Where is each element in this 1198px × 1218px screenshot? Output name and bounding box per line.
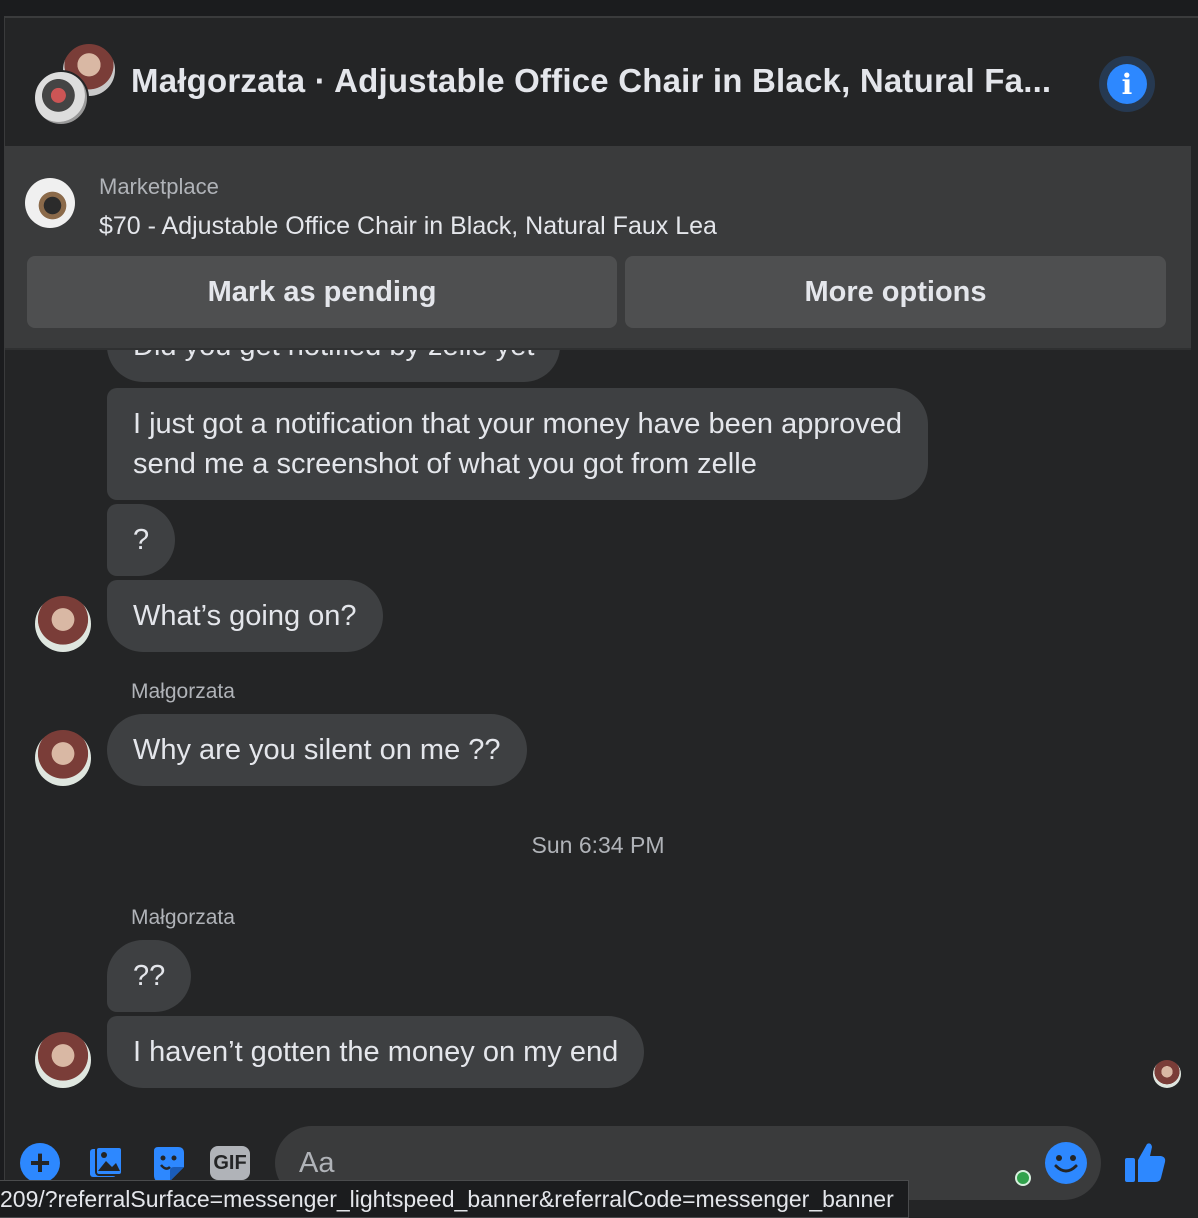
timestamp: Sun 6:34 PM	[531, 832, 665, 858]
more-options-button[interactable]: More options	[625, 256, 1166, 328]
message-bubble[interactable]: Did you get notified by zelle yet	[107, 350, 561, 382]
message-bubble[interactable]: What’s going on?	[107, 580, 383, 652]
group-avatar[interactable]	[33, 42, 117, 126]
chat-header: Małgorzata · Adjustable Office Chair in …	[5, 18, 1198, 146]
message-bubble[interactable]: ?	[107, 504, 176, 576]
status-bar-url: 209/?referralSurface=messenger_lightspee…	[0, 1180, 909, 1218]
marketplace-label: Marketplace	[99, 174, 219, 199]
sender-name: Małgorzata	[131, 906, 235, 929]
chat-window: Małgorzata · Adjustable Office Chair in …	[4, 16, 1198, 1218]
message-thread[interactable]: Did you get notified by zelle yet I just…	[5, 350, 1191, 1120]
seen-indicator-avatar	[1153, 1060, 1181, 1088]
conversation-title[interactable]: Małgorzata · Adjustable Office Chair in …	[131, 62, 1051, 100]
gif-icon[interactable]: GIF	[209, 1142, 251, 1184]
info-button[interactable]: i	[1099, 56, 1155, 112]
message-bubble[interactable]: I just got a notification that your mone…	[107, 388, 928, 500]
message-bubble[interactable]: Why are you silent on me ??	[107, 714, 527, 786]
message-text: send me a screenshot of what you got fro…	[133, 448, 757, 480]
photo-icon[interactable]	[85, 1142, 127, 1184]
listing-title[interactable]: $70 - Adjustable Office Chair in Black, …	[99, 212, 717, 241]
message-bubble[interactable]: I haven’t gotten the money on my end	[107, 1016, 645, 1088]
message-text: I just got a notification that your mone…	[133, 408, 902, 440]
info-icon: i	[1107, 64, 1147, 104]
plus-icon[interactable]: +	[19, 1142, 61, 1184]
mark-as-pending-button[interactable]: Mark as pending	[27, 256, 617, 328]
emoji-icon[interactable]	[1045, 1142, 1087, 1184]
sender-avatar[interactable]	[35, 1032, 91, 1088]
sender-name: Małgorzata	[131, 680, 235, 703]
message-bubble[interactable]: ??	[107, 940, 192, 1012]
sticker-icon[interactable]	[147, 1142, 189, 1184]
online-status-indicator	[1015, 1170, 1031, 1186]
item-thumbnail[interactable]	[25, 178, 75, 228]
marketplace-banner: Marketplace $70 - Adjustable Office Chai…	[5, 146, 1191, 350]
avatar	[33, 70, 89, 126]
like-icon[interactable]	[1121, 1138, 1169, 1186]
sender-avatar[interactable]	[35, 730, 91, 786]
sender-avatar[interactable]	[35, 596, 91, 652]
